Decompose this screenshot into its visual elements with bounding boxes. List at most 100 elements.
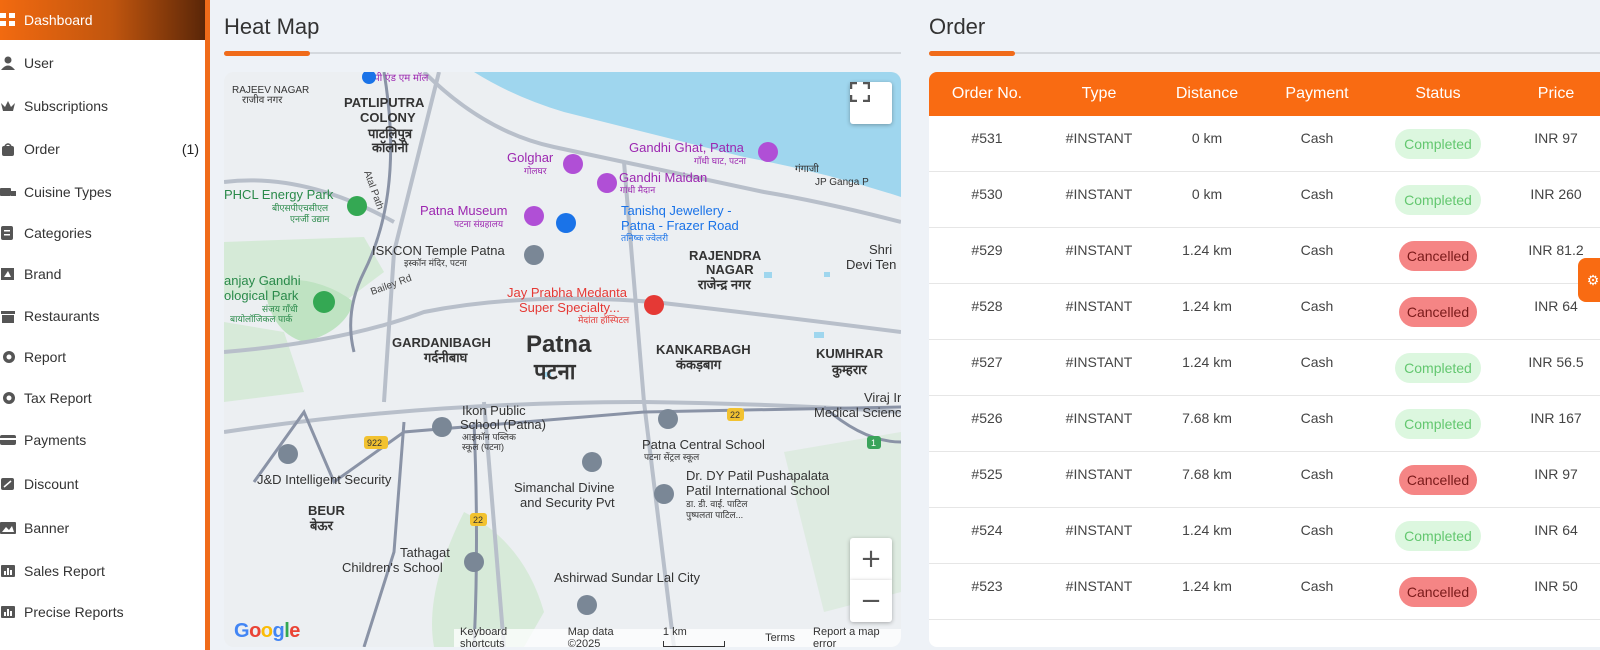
table-row[interactable]: #526 #INSTANT 7.68 km Cash INR 167 Completed — [929, 396, 1600, 452]
terms-link[interactable]: Terms — [765, 632, 795, 644]
table-row[interactable]: #529 #INSTANT 1.24 km Cash INR 81.2 Cancelled — [929, 228, 1600, 284]
order-payment-cell: Cash — [1300, 522, 1334, 538]
report-map-error-link[interactable]: Report a map error — [813, 626, 901, 647]
truck-icon — [0, 185, 16, 199]
table-row[interactable]: #527 #INSTANT 1.24 km Cash INR 56.5 Completed — [929, 340, 1600, 396]
keyboard-shortcuts-link[interactable]: Keyboard shortcuts — [460, 626, 550, 647]
map-pin-hospital[interactable] — [644, 295, 664, 315]
crown-icon — [0, 99, 16, 113]
zoom-in-button[interactable]: + — [850, 538, 892, 580]
sidebar-item-label: Dashboard — [24, 12, 93, 28]
order-type-cell: #INSTANT — [1065, 578, 1133, 594]
table-row[interactable]: #528 #INSTANT 1.24 km Cash INR 64 Cancelled — [929, 284, 1600, 340]
table-row[interactable]: #531 #INSTANT 0 km Cash INR 97 Completed — [929, 116, 1600, 172]
order-type-cell: #INSTANT — [1065, 466, 1133, 482]
order-distance-cell: 7.68 km — [1182, 466, 1232, 482]
map-pin-jd-security[interactable] — [278, 444, 298, 464]
table-row[interactable]: #524 #INSTANT 1.24 km Cash INR 64 Completed — [929, 508, 1600, 564]
sidebar-item-brand[interactable]: Brand — [0, 254, 205, 294]
map-label-colony-hi: कॉलोनी — [371, 140, 409, 155]
sidebar-item-precise-reports[interactable]: Precise Reports — [0, 592, 205, 632]
sidebar-item-dashboard[interactable]: Dashboard — [0, 0, 205, 40]
map-pin-gandhi-ghat[interactable] — [758, 142, 778, 162]
map-pin-eco-park[interactable] — [347, 196, 367, 216]
route-shield-22-a: 22 — [730, 410, 740, 420]
map-label-sanjay-gandhi: anjay Gandhi — [224, 273, 301, 288]
sidebar-item-payments[interactable]: Payments — [0, 420, 205, 460]
column-header-order-no[interactable]: Order No. — [929, 85, 1045, 103]
heatmap-title: Heat Map — [224, 14, 320, 39]
order-distance-cell: 1.24 km — [1182, 298, 1232, 314]
order-distance-cell: 1.24 km — [1182, 354, 1232, 370]
order-distance-cell: 7.68 km — [1182, 410, 1232, 426]
map-pin-ikon-school[interactable] — [432, 417, 452, 437]
column-header-status[interactable]: Status — [1373, 85, 1503, 103]
map-pin-central-school[interactable] — [658, 409, 678, 429]
map-pin-tanishq[interactable] — [556, 213, 576, 233]
map-label-ashirwad: Ashirwad Sundar Lal City — [554, 570, 700, 585]
sidebar-item-label: Precise Reports — [24, 604, 124, 620]
order-no-cell: #530 — [971, 186, 1003, 202]
map-pin-dy-patil[interactable] — [654, 484, 674, 504]
status-badge: Completed — [1395, 521, 1481, 551]
order-no-cell: #531 — [971, 130, 1003, 146]
order-type-cell: #INSTANT — [1065, 522, 1133, 538]
map-pin-simanchal[interactable] — [582, 452, 602, 472]
table-row[interactable]: #523 #INSTANT 1.24 km Cash INR 50 Cancelled — [929, 564, 1600, 620]
map-footer: Keyboard shortcuts Map data ©2025 1 km T… — [454, 626, 901, 647]
order-type-cell: #INSTANT — [1065, 354, 1133, 370]
map-pin-ashirwad[interactable] — [577, 595, 597, 615]
map-label-patliputra: PATLIPUTRA — [344, 95, 425, 110]
map-pin-iskcon[interactable] — [524, 245, 544, 265]
sidebar-item-sales-report[interactable]: Sales Report — [0, 551, 205, 591]
sidebar-item-tax-report[interactable]: Tax Report — [0, 378, 205, 418]
sidebar-item-label: Tax Report — [24, 390, 92, 406]
zoom-out-button[interactable]: − — [850, 580, 892, 622]
sidebar-item-subscriptions[interactable]: Subscriptions — [0, 86, 205, 126]
column-header-payment[interactable]: Payment — [1261, 85, 1373, 103]
map-label-childrens-school: Children's School — [342, 560, 443, 575]
sidebar-item-order[interactable]: Order (1) — [0, 129, 205, 169]
heat-map[interactable]: RAJEEV NAGAR राजीव नगर पी एंड एम मॉल PAT… — [224, 72, 901, 647]
store-icon — [0, 309, 16, 323]
sidebar-item-restaurants[interactable]: Restaurants — [0, 296, 205, 336]
map-pin-gandhi-maidan[interactable] — [597, 173, 617, 193]
column-header-type[interactable]: Type — [1045, 85, 1153, 103]
sidebar-item-user[interactable]: User — [0, 43, 205, 83]
categories-icon — [0, 226, 16, 240]
map-pin-tathagat[interactable] — [464, 552, 484, 572]
sidebar-item-cuisine-types[interactable]: Cuisine Types — [0, 172, 205, 212]
column-header-distance[interactable]: Distance — [1153, 85, 1261, 103]
status-badge: Cancelled — [1399, 465, 1477, 495]
map-label-kankarbagh-hi: कंकड़बाग — [675, 357, 722, 372]
sidebar-item-report[interactable]: Report — [0, 337, 205, 377]
order-price-cell: INR 260 — [1530, 186, 1582, 202]
map-pin-museum[interactable] — [524, 206, 544, 226]
table-row[interactable]: #525 #INSTANT 7.68 km Cash INR 97 Cancelled — [929, 452, 1600, 508]
map-label-golghar: Golghar — [507, 150, 554, 165]
map-label-tanishq: Tanishq Jewellery - — [621, 203, 732, 218]
sidebar-item-discount[interactable]: Discount — [0, 464, 205, 504]
table-row[interactable]: #530 #INSTANT 0 km Cash INR 260 Completed — [929, 172, 1600, 228]
route-shield-1: 1 — [871, 438, 876, 448]
sidebar-item-label: Restaurants — [24, 308, 100, 324]
map-pin-zoo[interactable] — [313, 291, 335, 313]
google-logo: Google — [234, 620, 300, 642]
order-payment-cell: Cash — [1300, 242, 1334, 258]
sidebar-item-label: Order — [24, 141, 60, 157]
map-label-kankarbagh: KANKARBAGH — [656, 342, 751, 357]
plus-icon: + — [860, 544, 882, 574]
map-label-gardanibagh-hi: गर्दनीबाघ — [423, 350, 469, 365]
map-pin-golghar[interactable] — [563, 154, 583, 174]
status-badge: Cancelled — [1399, 297, 1477, 327]
sidebar-item-banner[interactable]: Banner — [0, 508, 205, 548]
sidebar-item-categories[interactable]: Categories — [0, 213, 205, 253]
column-header-price[interactable]: Price — [1503, 85, 1600, 103]
settings-side-tab[interactable]: ⚙ — [1578, 258, 1600, 302]
fullscreen-button[interactable] — [850, 82, 892, 124]
sidebar-item-label: Payments — [24, 432, 87, 448]
order-type-cell: #INSTANT — [1065, 242, 1133, 258]
order-no-cell: #528 — [971, 298, 1003, 314]
order-title: Order — [929, 14, 986, 39]
map-label-dy-patil-2: Patil International School — [686, 483, 830, 498]
